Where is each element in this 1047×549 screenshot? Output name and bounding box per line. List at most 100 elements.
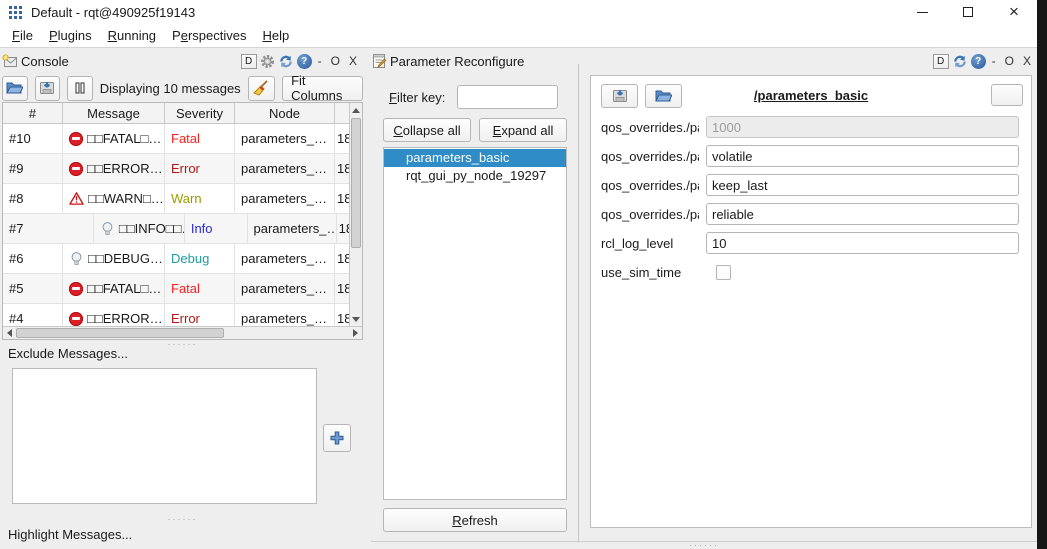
menu-running[interactable]: Running bbox=[100, 26, 164, 45]
column-header-node[interactable]: Node bbox=[235, 103, 335, 123]
table-row[interactable]: #4 □□ERROR… Error parameters_… 18 bbox=[3, 304, 351, 327]
message-cell: □□ERROR… bbox=[87, 311, 163, 326]
table-row[interactable]: #7 □□INFO□□… Info parameters_… 18 bbox=[3, 214, 351, 244]
panel-splitter[interactable] bbox=[578, 64, 579, 543]
row-number: #6 bbox=[3, 244, 63, 273]
param-dock-header: Parameter Reconfigure D ? - O X bbox=[371, 50, 1037, 72]
row-number: #7 bbox=[3, 214, 94, 243]
parameter-editor: /parameters_basic qos_overrides./pa qos_… bbox=[590, 75, 1032, 528]
parameter-value-input[interactable] bbox=[706, 145, 1019, 167]
parameter-value-input[interactable] bbox=[706, 174, 1019, 196]
fit-columns-button[interactable]: Fit Columns bbox=[282, 76, 363, 101]
refresh-button[interactable]: Refresh bbox=[383, 508, 567, 532]
param-dock-title: Parameter Reconfigure bbox=[390, 54, 524, 69]
load-messages-button[interactable] bbox=[2, 76, 28, 101]
node-cell: parameters_… bbox=[235, 184, 335, 213]
table-rows: #10 □□FATAL□… Fatal parameters_… 18 #9 □… bbox=[3, 124, 351, 327]
parameter-row: qos_overrides./pa bbox=[591, 145, 1031, 167]
parameter-reconfigure-dock: Parameter Reconfigure D ? - O X Filter k… bbox=[371, 50, 1037, 547]
table-row[interactable]: #6 □□DEBUG… Debug parameters_… 18 bbox=[3, 244, 351, 274]
parameter-row: qos_overrides./pa bbox=[591, 174, 1031, 196]
horizontal-scroll-thumb[interactable] bbox=[16, 328, 224, 338]
selected-node-title: /parameters_basic bbox=[701, 88, 921, 103]
menu-help[interactable]: Help bbox=[254, 26, 297, 45]
message-cell: □□WARN□… bbox=[88, 191, 164, 206]
no-entry-icon bbox=[69, 282, 83, 296]
splitter-handle[interactable]: ······ bbox=[2, 516, 363, 524]
tree-item-parameters-basic[interactable]: parameters_basic bbox=[384, 149, 566, 167]
menu-file[interactable]: File bbox=[4, 26, 41, 45]
table-row[interactable]: #8 □□WARN□… Warn parameters_… 18 bbox=[3, 184, 351, 214]
param-dock-minimize[interactable]: - bbox=[989, 54, 999, 68]
use-sim-time-checkbox[interactable] bbox=[716, 265, 731, 280]
parameter-label: qos_overrides./pa bbox=[601, 207, 699, 222]
settings-gear-icon[interactable] bbox=[260, 54, 275, 69]
save-messages-button[interactable] bbox=[35, 76, 61, 101]
collapse-all-button[interactable]: Collapse all bbox=[383, 118, 471, 142]
scroll-up-arrow[interactable] bbox=[350, 103, 362, 117]
bulb-icon bbox=[69, 251, 84, 266]
message-cell: □□INFO□□… bbox=[119, 221, 185, 236]
console-dock-minimize[interactable]: - bbox=[315, 54, 325, 68]
app-icon bbox=[9, 6, 22, 19]
row-number: #4 bbox=[3, 304, 63, 327]
message-cell: □□DEBUG… bbox=[88, 251, 163, 266]
scroll-right-arrow[interactable] bbox=[349, 327, 362, 339]
exclude-messages-list[interactable] bbox=[12, 368, 317, 504]
severity-cell: Error bbox=[165, 154, 235, 183]
filter-key-input[interactable] bbox=[457, 85, 558, 109]
node-tree: parameters_basic rqt_gui_py_node_19297 bbox=[383, 147, 567, 500]
menu-plugins[interactable]: Plugins bbox=[41, 26, 100, 45]
column-header-message[interactable]: Message bbox=[63, 103, 165, 123]
help-icon[interactable]: ? bbox=[297, 54, 312, 69]
console-dock-restore[interactable]: O bbox=[328, 54, 343, 68]
rqt-window: Default - rqt@490925f19143 × File Plugin… bbox=[0, 0, 1037, 549]
param-dock-d-button[interactable]: D bbox=[933, 54, 949, 69]
scroll-down-arrow[interactable] bbox=[350, 312, 362, 326]
param-dock-restore[interactable]: O bbox=[1002, 54, 1017, 68]
column-header-num[interactable]: # bbox=[3, 103, 63, 123]
close-icon: × bbox=[1009, 7, 1019, 17]
parameter-row: rcl_log_level bbox=[591, 232, 1031, 254]
table-row[interactable]: #9 □□ERROR… Error parameters_… 18 bbox=[3, 154, 351, 184]
refresh-icon[interactable] bbox=[278, 54, 294, 69]
minimize-button[interactable] bbox=[899, 0, 945, 24]
editor-extra-button[interactable] bbox=[991, 84, 1023, 106]
console-dock-close[interactable]: X bbox=[346, 54, 360, 68]
parameter-label: rcl_log_level bbox=[601, 236, 699, 251]
message-cell: □□FATAL□… bbox=[87, 281, 161, 296]
node-cell: parameters_… bbox=[248, 214, 337, 243]
parameter-value-input[interactable] bbox=[706, 203, 1019, 225]
maximize-icon bbox=[963, 7, 973, 17]
parameter-label: qos_overrides./pa bbox=[601, 149, 699, 164]
scroll-left-arrow[interactable] bbox=[3, 327, 16, 339]
title-bar: Default - rqt@490925f19143 × bbox=[0, 0, 1037, 24]
tree-item-rqt-gui-py-node[interactable]: rqt_gui_py_node_19297 bbox=[384, 167, 566, 185]
bottom-splitter[interactable]: ······ bbox=[371, 541, 1037, 542]
parameter-value-input[interactable] bbox=[706, 232, 1019, 254]
param-dock-close[interactable]: X bbox=[1020, 54, 1034, 68]
help-icon[interactable]: ? bbox=[971, 54, 986, 69]
column-header-severity[interactable]: Severity bbox=[165, 103, 235, 123]
table-row[interactable]: #5 □□FATAL□… Fatal parameters_… 18 bbox=[3, 274, 351, 304]
close-button[interactable]: × bbox=[991, 0, 1037, 24]
bulb-icon bbox=[100, 221, 115, 236]
save-params-button[interactable] bbox=[645, 84, 682, 108]
node-cell: parameters_… bbox=[235, 244, 335, 273]
vertical-scroll-thumb[interactable] bbox=[351, 118, 361, 248]
clear-messages-button[interactable] bbox=[248, 76, 275, 101]
vertical-scrollbar[interactable] bbox=[349, 103, 362, 326]
refresh-icon[interactable] bbox=[952, 54, 968, 69]
pause-button[interactable] bbox=[67, 76, 93, 101]
console-dock-d-button[interactable]: D bbox=[241, 54, 257, 69]
expand-all-button[interactable]: Expand all bbox=[479, 118, 567, 142]
node-cell: parameters_… bbox=[235, 124, 335, 153]
menu-perspectives[interactable]: Perspectives bbox=[164, 26, 254, 45]
add-exclude-filter-button[interactable] bbox=[323, 424, 351, 452]
horizontal-scrollbar[interactable] bbox=[3, 326, 362, 339]
console-dock-title: Console bbox=[21, 54, 69, 69]
load-params-button[interactable] bbox=[601, 84, 638, 108]
maximize-button[interactable] bbox=[945, 0, 991, 24]
no-entry-icon bbox=[69, 162, 83, 176]
table-row[interactable]: #10 □□FATAL□… Fatal parameters_… 18 bbox=[3, 124, 351, 154]
